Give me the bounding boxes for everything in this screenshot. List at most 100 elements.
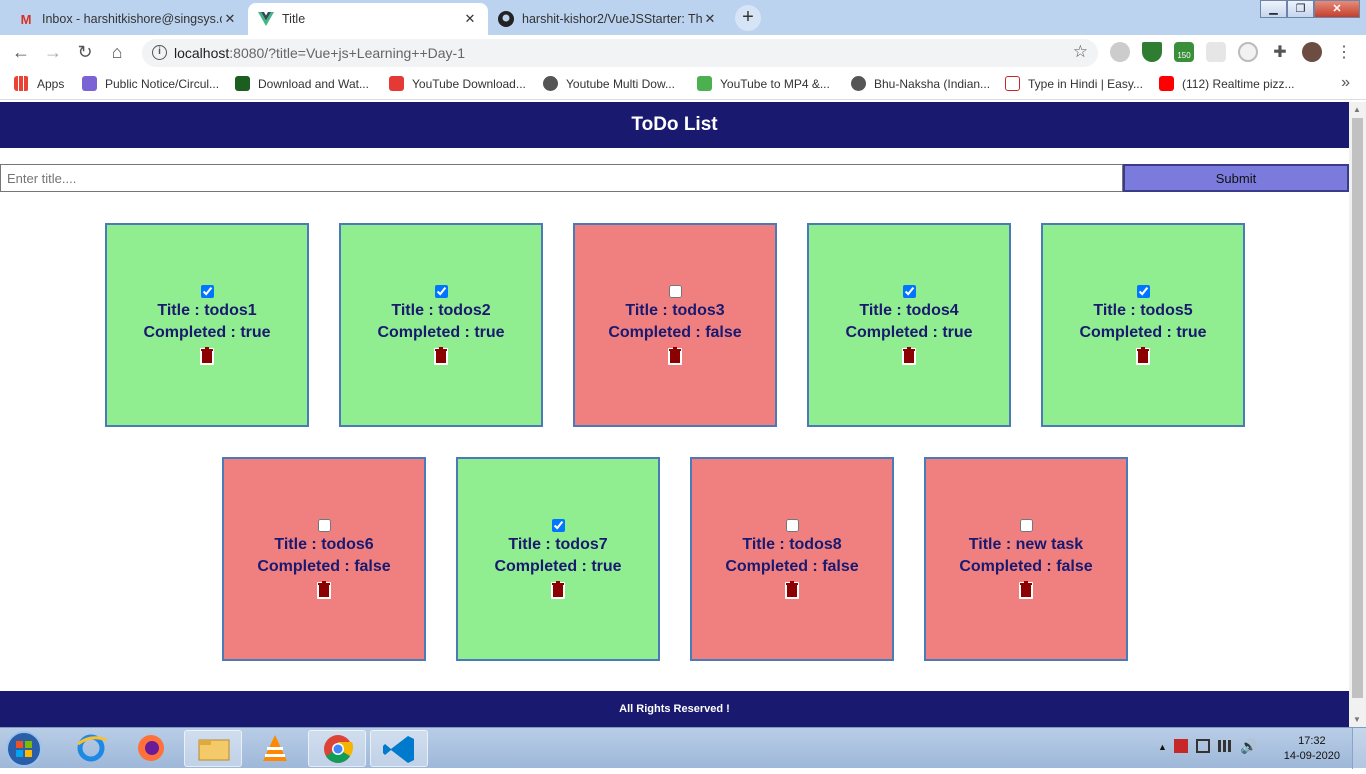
todo-title: Title : todos5 <box>1093 302 1193 319</box>
scrollbar-thumb[interactable] <box>1352 118 1363 698</box>
delete-trash-icon[interactable] <box>434 347 448 365</box>
todo-card: Title : todos6 Completed : false <box>222 457 426 661</box>
todo-complete-checkbox[interactable] <box>1136 285 1150 298</box>
profile-avatar[interactable] <box>1302 42 1322 62</box>
todo-complete-checkbox[interactable] <box>902 285 916 298</box>
tab-title: Inbox - harshitkishore@singsys.c <box>42 12 222 26</box>
close-tab-icon[interactable]: ✕ <box>462 11 478 27</box>
tray-expand-icon[interactable]: ▲ <box>1158 742 1167 752</box>
firefox-icon[interactable] <box>122 730 180 767</box>
bookmark-type-hindi[interactable]: Type in Hindi | Easy... <box>1005 76 1143 91</box>
delete-trash-icon[interactable] <box>1136 347 1150 365</box>
tab-active-title[interactable]: Title ✕ <box>248 3 488 35</box>
device-icon[interactable] <box>1196 739 1210 753</box>
todo-complete-checkbox[interactable] <box>317 519 331 532</box>
scroll-down-arrow[interactable]: ▼ <box>1353 715 1361 724</box>
bookmark-realtime-pizza[interactable]: (112) Realtime pizz... <box>1159 76 1294 91</box>
todo-card: Title : todos7 Completed : true <box>456 457 660 661</box>
scroll-up-arrow[interactable]: ▲ <box>1353 105 1361 114</box>
bookmark-bhu-naksha[interactable]: Bhu-Naksha (Indian... <box>851 76 990 91</box>
action-center-flag-icon[interactable] <box>1174 739 1188 753</box>
url-text: localhost:8080/?title=Vue+js+Learning++D… <box>174 45 465 61</box>
todo-card: Title : new task Completed : false <box>924 457 1128 661</box>
todo-complete-checkbox[interactable] <box>785 519 799 532</box>
todo-complete-checkbox[interactable] <box>200 285 214 298</box>
reload-icon[interactable]: ↻ <box>72 39 98 65</box>
gmail-icon: M <box>20 11 32 27</box>
submit-button[interactable]: Submit <box>1123 164 1349 192</box>
todo-complete-checkbox[interactable] <box>1019 519 1033 532</box>
back-arrow-icon[interactable]: ← <box>8 39 34 65</box>
vscode-icon[interactable] <box>370 730 428 767</box>
explorer-icon[interactable] <box>184 730 242 767</box>
menu-kebab-icon[interactable]: ⋮ <box>1334 42 1354 62</box>
delete-trash-icon[interactable] <box>200 347 214 365</box>
bookmark-youtube-mp4[interactable]: YouTube to MP4 &... <box>697 76 830 91</box>
system-clock[interactable]: 17:32 14-09-2020 <box>1284 734 1340 764</box>
vue-icon <box>258 11 274 27</box>
minimize-button[interactable]: ▁ <box>1260 0 1287 18</box>
todo-completed-status: Completed : true <box>845 324 973 341</box>
extension-circle-icon[interactable] <box>1238 42 1258 62</box>
page-footer: All Rights Reserved ! <box>0 691 1349 727</box>
todo-complete-checkbox[interactable] <box>434 285 448 298</box>
volume-icon[interactable]: 🔊 <box>1240 738 1257 755</box>
delete-trash-icon[interactable] <box>902 347 916 365</box>
bookmark-apps[interactable]: Apps <box>14 76 64 91</box>
tr-icon <box>235 76 250 91</box>
home-icon[interactable]: ⌂ <box>104 39 130 65</box>
notice-icon <box>82 76 97 91</box>
new-tab-button[interactable]: + <box>735 5 761 31</box>
puzzle-extensions-icon[interactable]: ✚ <box>1270 42 1290 62</box>
window-close-button[interactable]: ✕ <box>1314 0 1360 18</box>
tab-github-repo[interactable]: harshit-kishor2/VueJSStarter: Thi ✕ <box>488 3 728 35</box>
todo-complete-checkbox[interactable] <box>668 285 682 298</box>
forward-arrow-icon[interactable]: → <box>40 39 66 65</box>
more-bookmarks-icon[interactable]: » <box>1341 74 1350 92</box>
todo-title: Title : todos3 <box>625 302 725 319</box>
bookmark-star-icon[interactable]: ☆ <box>1073 42 1088 62</box>
close-tab-icon[interactable]: ✕ <box>702 11 718 27</box>
maximize-button[interactable]: ❐ <box>1287 0 1314 18</box>
delete-trash-icon[interactable] <box>1019 581 1033 599</box>
youtube-icon <box>1159 76 1174 91</box>
start-button[interactable] <box>2 729 46 769</box>
github-icon <box>498 11 514 27</box>
bookmark-youtube-multi[interactable]: Youtube Multi Dow... <box>543 76 675 91</box>
delete-trash-icon[interactable] <box>785 581 799 599</box>
delete-trash-icon[interactable] <box>317 581 331 599</box>
bookmark-youtube-download[interactable]: YouTube Download... <box>389 76 526 91</box>
bookmark-public-notice[interactable]: Public Notice/Circul... <box>82 76 219 91</box>
address-bar[interactable]: i localhost:8080/?title=Vue+js+Learning+… <box>142 39 1098 67</box>
tab-gmail-inbox[interactable]: M Inbox - harshitkishore@singsys.c ✕ <box>8 3 248 35</box>
globe-icon <box>851 76 866 91</box>
browser-toolbar: ← → ↻ ⌂ i localhost:8080/?title=Vue+js+L… <box>0 35 1366 70</box>
todo-title: Title : todos8 <box>742 536 842 553</box>
todo-completed-status: Completed : false <box>608 324 742 341</box>
tab-title: harshit-kishor2/VueJSStarter: Thi <box>522 12 702 26</box>
todo-title: Title : todos1 <box>157 302 257 319</box>
convert-icon <box>697 76 712 91</box>
vlc-icon[interactable] <box>246 730 304 767</box>
show-desktop-button[interactable] <box>1352 728 1366 769</box>
download-icon <box>389 76 404 91</box>
ie-icon[interactable] <box>62 730 120 767</box>
todo-card: Title : todos2 Completed : true <box>339 223 543 427</box>
extension-cloud-icon[interactable] <box>1110 42 1130 62</box>
todo-complete-checkbox[interactable] <box>551 519 565 532</box>
site-info-icon[interactable]: i <box>152 45 167 60</box>
tab-title: Title <box>282 12 306 26</box>
delete-trash-icon[interactable] <box>668 347 682 365</box>
chrome-icon[interactable] <box>308 730 366 767</box>
bookmark-download-watch[interactable]: Download and Wat... <box>235 76 369 91</box>
extension-shield-icon[interactable] <box>1142 42 1162 62</box>
page-header: ToDo List <box>0 102 1349 148</box>
delete-trash-icon[interactable] <box>551 581 565 599</box>
extension-grey-icon[interactable] <box>1206 42 1226 62</box>
close-tab-icon[interactable]: ✕ <box>222 11 238 27</box>
todo-card: Title : todos3 Completed : false <box>573 223 777 427</box>
extension-badge-icon[interactable]: 150 <box>1174 42 1194 62</box>
page-scrollbar[interactable]: ▲ ▼ <box>1349 102 1366 727</box>
network-icon[interactable] <box>1218 740 1234 752</box>
todo-title-input[interactable] <box>0 164 1123 192</box>
